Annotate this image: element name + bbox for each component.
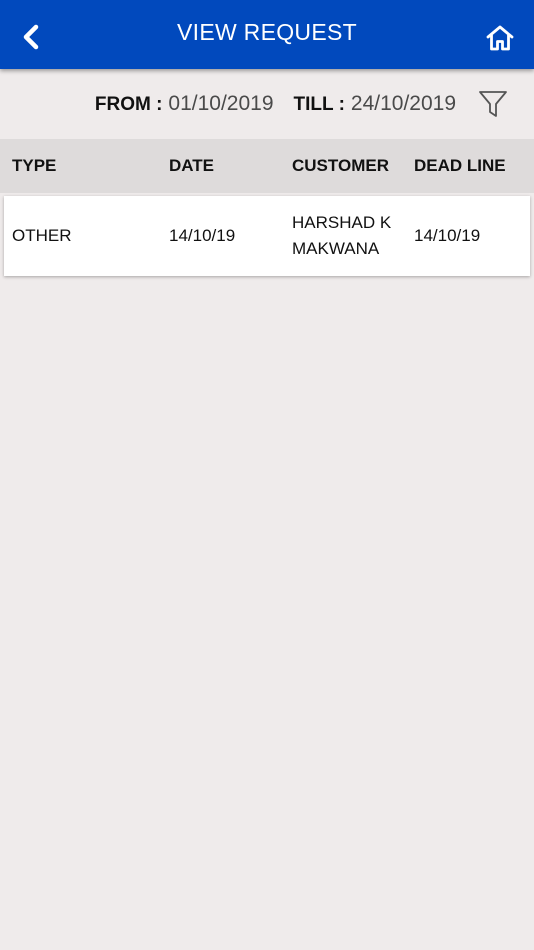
column-header-customer: CUSTOMER <box>292 156 389 175</box>
filter-button[interactable] <box>476 87 510 121</box>
column-header-date: DATE <box>169 156 215 175</box>
from-label: FROM : <box>94 94 163 115</box>
column-header-deadline: DEAD LINE <box>414 156 506 175</box>
cell-customer: HARSHAD K MAKWANA <box>292 213 392 258</box>
from-date-value[interactable]: 01/10/2019 <box>168 92 273 116</box>
date-filter-bar: FROM : 01/10/2019 TILL : 24/10/2019 <box>0 69 534 139</box>
back-button[interactable] <box>14 20 48 54</box>
till-label: TILL : <box>293 94 345 115</box>
table-row[interactable]: OTHER 14/10/19 HARSHAD K MAKWANA 14/10/1… <box>4 196 530 276</box>
column-header-type: TYPE <box>12 156 57 175</box>
funnel-icon <box>479 91 507 117</box>
page-title: VIEW REQUEST <box>177 19 357 45</box>
app-screen: VIEW REQUEST FROM : 01/10/2019 TILL : 24… <box>0 0 534 950</box>
home-button[interactable] <box>482 20 518 56</box>
from-date-filter[interactable]: FROM : 01/10/2019 <box>95 92 274 116</box>
app-header: VIEW REQUEST <box>0 0 534 69</box>
chevron-left-icon <box>23 24 39 50</box>
till-date-value[interactable]: 24/10/2019 <box>351 92 456 116</box>
cell-type: OTHER <box>12 226 72 245</box>
till-date-filter[interactable]: TILL : 24/10/2019 <box>294 92 456 116</box>
home-icon <box>486 25 514 51</box>
table-header: TYPE DATE CUSTOMER DEAD LINE <box>0 139 534 193</box>
cell-deadline: 14/10/19 <box>414 226 481 245</box>
cell-date: 14/10/19 <box>169 226 236 245</box>
